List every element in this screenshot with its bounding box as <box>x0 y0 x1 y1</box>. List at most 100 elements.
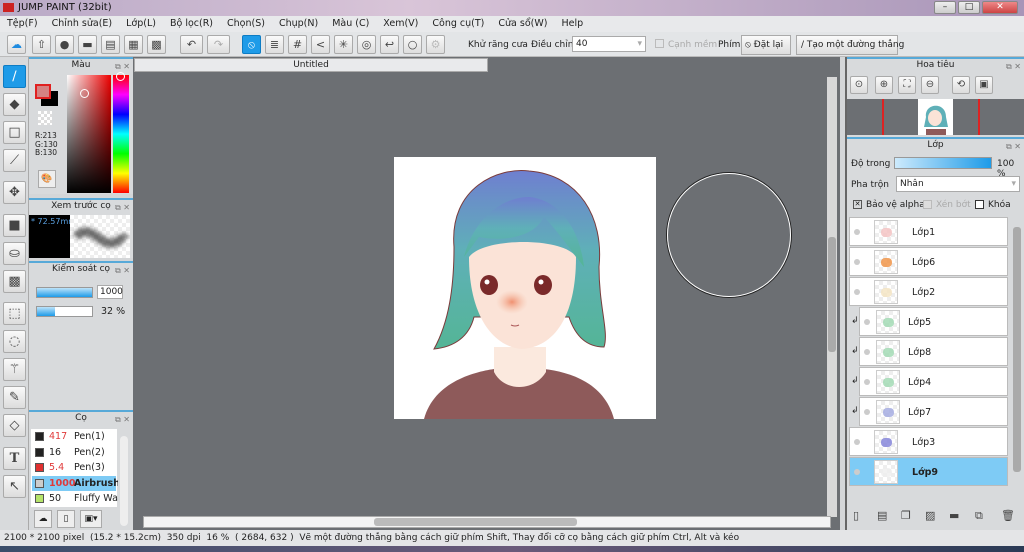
panel-close-icon[interactable]: ⧉ ✕ <box>115 60 130 73</box>
foreground-color-swatch[interactable] <box>35 84 51 99</box>
select-eraser-tool-icon[interactable]: ◇ <box>3 414 26 437</box>
brush-item[interactable]: 417 Pen(1) <box>32 429 116 444</box>
magic-wand-tool-icon[interactable]: ⚚ <box>3 358 26 381</box>
canvas-area[interactable] <box>133 57 840 530</box>
cloud-icon[interactable]: ☁ <box>7 35 26 54</box>
menu-item[interactable]: Chụp(N) <box>272 16 325 32</box>
eraser-tool-icon[interactable]: ◆ <box>3 93 26 116</box>
hue-handle[interactable] <box>116 72 125 81</box>
navigator-preview[interactable] <box>847 99 1024 135</box>
menu-item[interactable]: Bộ lọc(R) <box>163 16 220 32</box>
menu-item[interactable]: Lớp(L) <box>119 16 163 32</box>
vertical-scroll-thumb[interactable] <box>828 237 836 352</box>
visibility-icon[interactable] <box>864 409 870 415</box>
brush-item[interactable]: 50 Fluffy Wat <box>32 491 118 506</box>
ellipse-icon[interactable]: ○ <box>403 35 422 54</box>
menu-item[interactable]: Công cụ(T) <box>425 16 491 32</box>
menu-item[interactable]: Chọn(S) <box>220 16 272 32</box>
brush-menu-icon[interactable]: ▣▾ <box>80 510 102 528</box>
rectangle-tool-icon[interactable]: □ <box>3 121 26 144</box>
visibility-icon[interactable] <box>854 229 860 235</box>
lock-checkbox[interactable] <box>975 200 984 209</box>
panel-close-icon[interactable]: ⧉ ✕ <box>1006 140 1021 153</box>
undo-icon[interactable]: ↶ <box>180 35 203 54</box>
menu-item[interactable]: Xem(V) <box>376 16 425 32</box>
perspective-icon[interactable]: < <box>311 35 330 54</box>
layer-item[interactable]: Lớp9 <box>849 457 1008 486</box>
layer-item[interactable]: Lớp3 <box>849 427 1008 456</box>
brush-tool-icon[interactable]: ∕ <box>3 65 26 88</box>
raster-layer-icon[interactable]: ▨ <box>925 509 935 522</box>
delete-layer-icon[interactable]: 🗑 <box>1001 509 1015 522</box>
reset-button[interactable]: ⦸ Đặt lại <box>741 35 791 55</box>
merge-layer-icon[interactable]: ⧉ <box>975 509 983 523</box>
layer-item[interactable]: Lớp6 <box>849 247 1008 276</box>
visibility-icon[interactable] <box>864 349 870 355</box>
new-layer-icon[interactable]: ▯ <box>853 509 859 522</box>
minimize-button[interactable]: – <box>934 1 956 14</box>
comment-icon[interactable]: ● <box>55 35 74 54</box>
bucket-tool-icon[interactable]: ⛀ <box>3 242 26 265</box>
brush-item[interactable]: 16 Pen(2) <box>32 445 116 460</box>
brush-item[interactable]: 1000 Airbrush <box>32 475 118 491</box>
gradient-tool-icon[interactable]: ▩ <box>3 270 26 293</box>
transparent-color-swatch[interactable] <box>38 111 52 125</box>
text-tool-icon[interactable]: T <box>3 447 26 470</box>
artwork-canvas[interactable] <box>394 157 656 419</box>
panel-close-icon[interactable]: ⧉ ✕ <box>115 264 130 277</box>
layer-item[interactable]: Lớp2 <box>849 277 1008 306</box>
settings-icon[interactable]: ⚙ <box>426 35 445 54</box>
brush-opacity-slider[interactable] <box>36 306 93 317</box>
adjust-dropdown[interactable]: 40 ▾ <box>572 36 646 52</box>
zoom-actual-icon[interactable]: ⊙ <box>850 76 868 94</box>
panel-close-icon[interactable]: ⧉ ✕ <box>115 201 130 214</box>
flip-icon[interactable]: ▣ <box>975 76 993 94</box>
menu-item[interactable]: Màu (C) <box>325 16 376 32</box>
maximize-button[interactable]: □ <box>958 1 980 14</box>
select-move-tool-icon[interactable]: ↖ <box>3 475 26 498</box>
visibility-icon[interactable] <box>854 259 860 265</box>
layer-list-scrollbar[interactable] <box>1013 227 1021 472</box>
layer-item[interactable]: Lớp7 ↲ <box>851 397 1008 426</box>
visibility-icon[interactable] <box>854 469 860 475</box>
panel-close-icon[interactable]: ⧉ ✕ <box>115 413 130 426</box>
close-button[interactable]: ✕ <box>982 1 1018 14</box>
protect-alpha-checkbox[interactable]: ✕ <box>853 200 862 209</box>
blend-mode-dropdown[interactable]: Nhân ▾ <box>896 176 1020 192</box>
select-pen-tool-icon[interactable]: ✎ <box>3 386 26 409</box>
brush-size-slider[interactable] <box>36 287 93 298</box>
soft-edge-checkbox[interactable] <box>655 39 664 48</box>
horizontal-scroll-thumb[interactable] <box>374 518 577 526</box>
straight-line-button[interactable]: ∕ Tạo một đường thẳng <box>796 35 904 55</box>
layer-item[interactable]: Lớp8 ↲ <box>851 337 1008 366</box>
menu-item[interactable]: Cửa sổ(W) <box>491 16 554 32</box>
move-tool-icon[interactable]: ✥ <box>3 181 26 204</box>
new-brush-icon[interactable]: ▯ <box>57 510 75 528</box>
menu-item[interactable]: Help <box>554 16 590 32</box>
page-list-icon[interactable]: ▦ <box>124 35 143 54</box>
visibility-icon[interactable] <box>864 319 870 325</box>
saturation-value-picker[interactable] <box>67 75 111 193</box>
visibility-icon[interactable] <box>854 439 860 445</box>
zoom-out-icon[interactable]: ⊖ <box>921 76 939 94</box>
concentric-icon[interactable]: ◎ <box>357 35 376 54</box>
rotate-icon[interactable]: ⟲ <box>952 76 970 94</box>
rect-select-tool-icon[interactable]: ⬚ <box>3 302 26 325</box>
palette-icon[interactable]: 🎨 <box>38 170 56 188</box>
layer-item[interactable]: Lớp5 ↲ <box>851 307 1008 336</box>
copy-layer-icon[interactable]: ❐ <box>901 509 911 522</box>
layer-item[interactable]: Lớp1 <box>849 217 1008 246</box>
grid-icon[interactable]: # <box>288 35 307 54</box>
parallel-lines-icon[interactable]: ≣ <box>265 35 284 54</box>
curve-icon[interactable]: ↩ <box>380 35 399 54</box>
vertical-scrollbar[interactable] <box>827 77 837 517</box>
redo-icon[interactable]: ↷ <box>207 35 230 54</box>
message-icon[interactable]: ▬ <box>78 35 97 54</box>
zoom-in-icon[interactable]: ⊕ <box>875 76 893 94</box>
brush-download-icon[interactable]: ☁ <box>34 510 52 528</box>
no-ruler-icon[interactable]: ⦸ <box>242 35 261 54</box>
new-layer-folder-icon[interactable]: ▤ <box>877 509 887 522</box>
clipping-checkbox[interactable] <box>923 200 932 209</box>
menu-item[interactable]: Chỉnh sửa(E) <box>45 16 120 32</box>
page-manage-icon[interactable]: ▩ <box>147 35 166 54</box>
